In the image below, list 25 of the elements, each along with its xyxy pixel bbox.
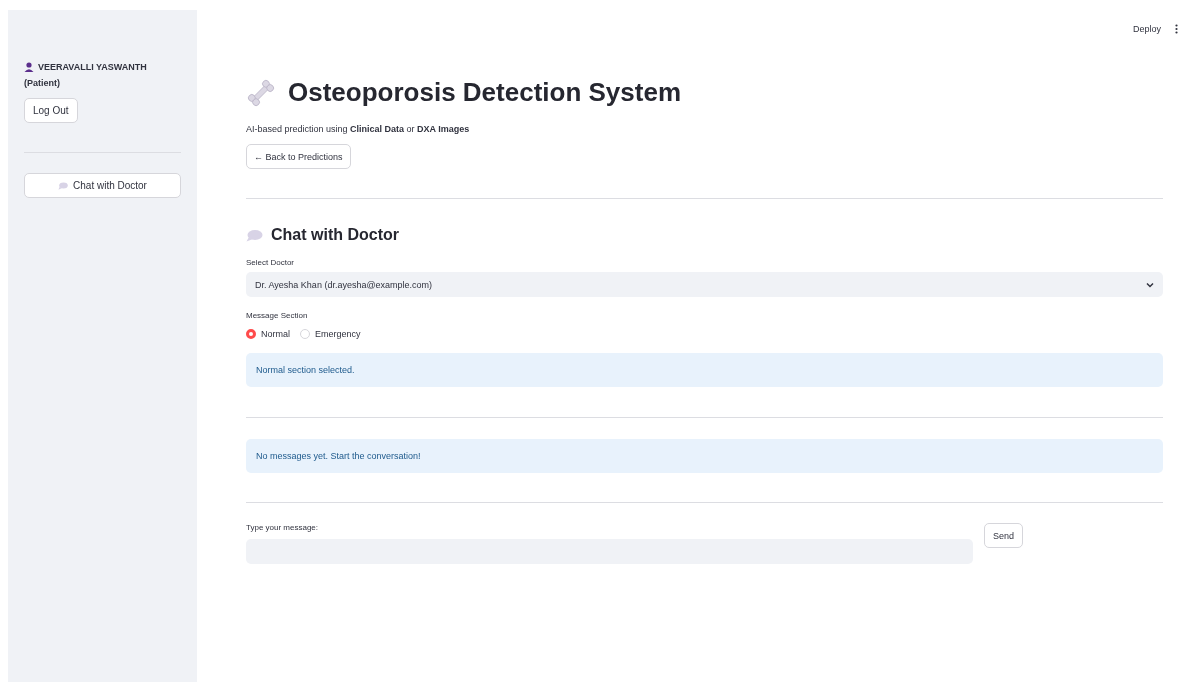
bone-icon [246, 77, 276, 108]
speech-bubble-icon [58, 181, 69, 190]
radio-label[interactable]: Normal [261, 329, 290, 339]
info-message: No messages yet. Start the conversation! [246, 439, 1163, 473]
send-button[interactable]: Send [984, 523, 1024, 548]
field-label: Message Section [246, 311, 309, 320]
doctor-select[interactable]: Dr. Ayesha Khan (dr.ayesha@example.com) [246, 272, 1163, 297]
menu-icon[interactable] [1175, 24, 1178, 34]
subtitle: AI-based prediction using Clinical Data or DXA Images [246, 124, 471, 134]
page-title: Osteoporosis Detection System [288, 77, 681, 108]
logout-button[interactable]: Log Out [24, 98, 78, 123]
user-icon [24, 62, 34, 72]
section-heading: Chat with Doctor [271, 226, 399, 244]
info-message: Normal section selected. [246, 353, 1163, 387]
speech-bubble-icon [246, 228, 263, 242]
field-label: Select Doctor [246, 258, 296, 267]
back-button[interactable]: ← Back to Predictions [246, 144, 351, 169]
chat-nav-button[interactable]: Chat with Doctor [24, 173, 181, 198]
radio-label[interactable]: Emergency [315, 329, 361, 339]
chevron-down-icon [1146, 281, 1154, 288]
user-name: VEERAVALLI YASWANTH [38, 62, 147, 72]
field-label: Type your message: [246, 523, 320, 532]
radio-button[interactable] [246, 329, 256, 339]
user-role: (Patient) [24, 78, 61, 88]
deploy-button[interactable]: Deploy [1133, 24, 1161, 34]
